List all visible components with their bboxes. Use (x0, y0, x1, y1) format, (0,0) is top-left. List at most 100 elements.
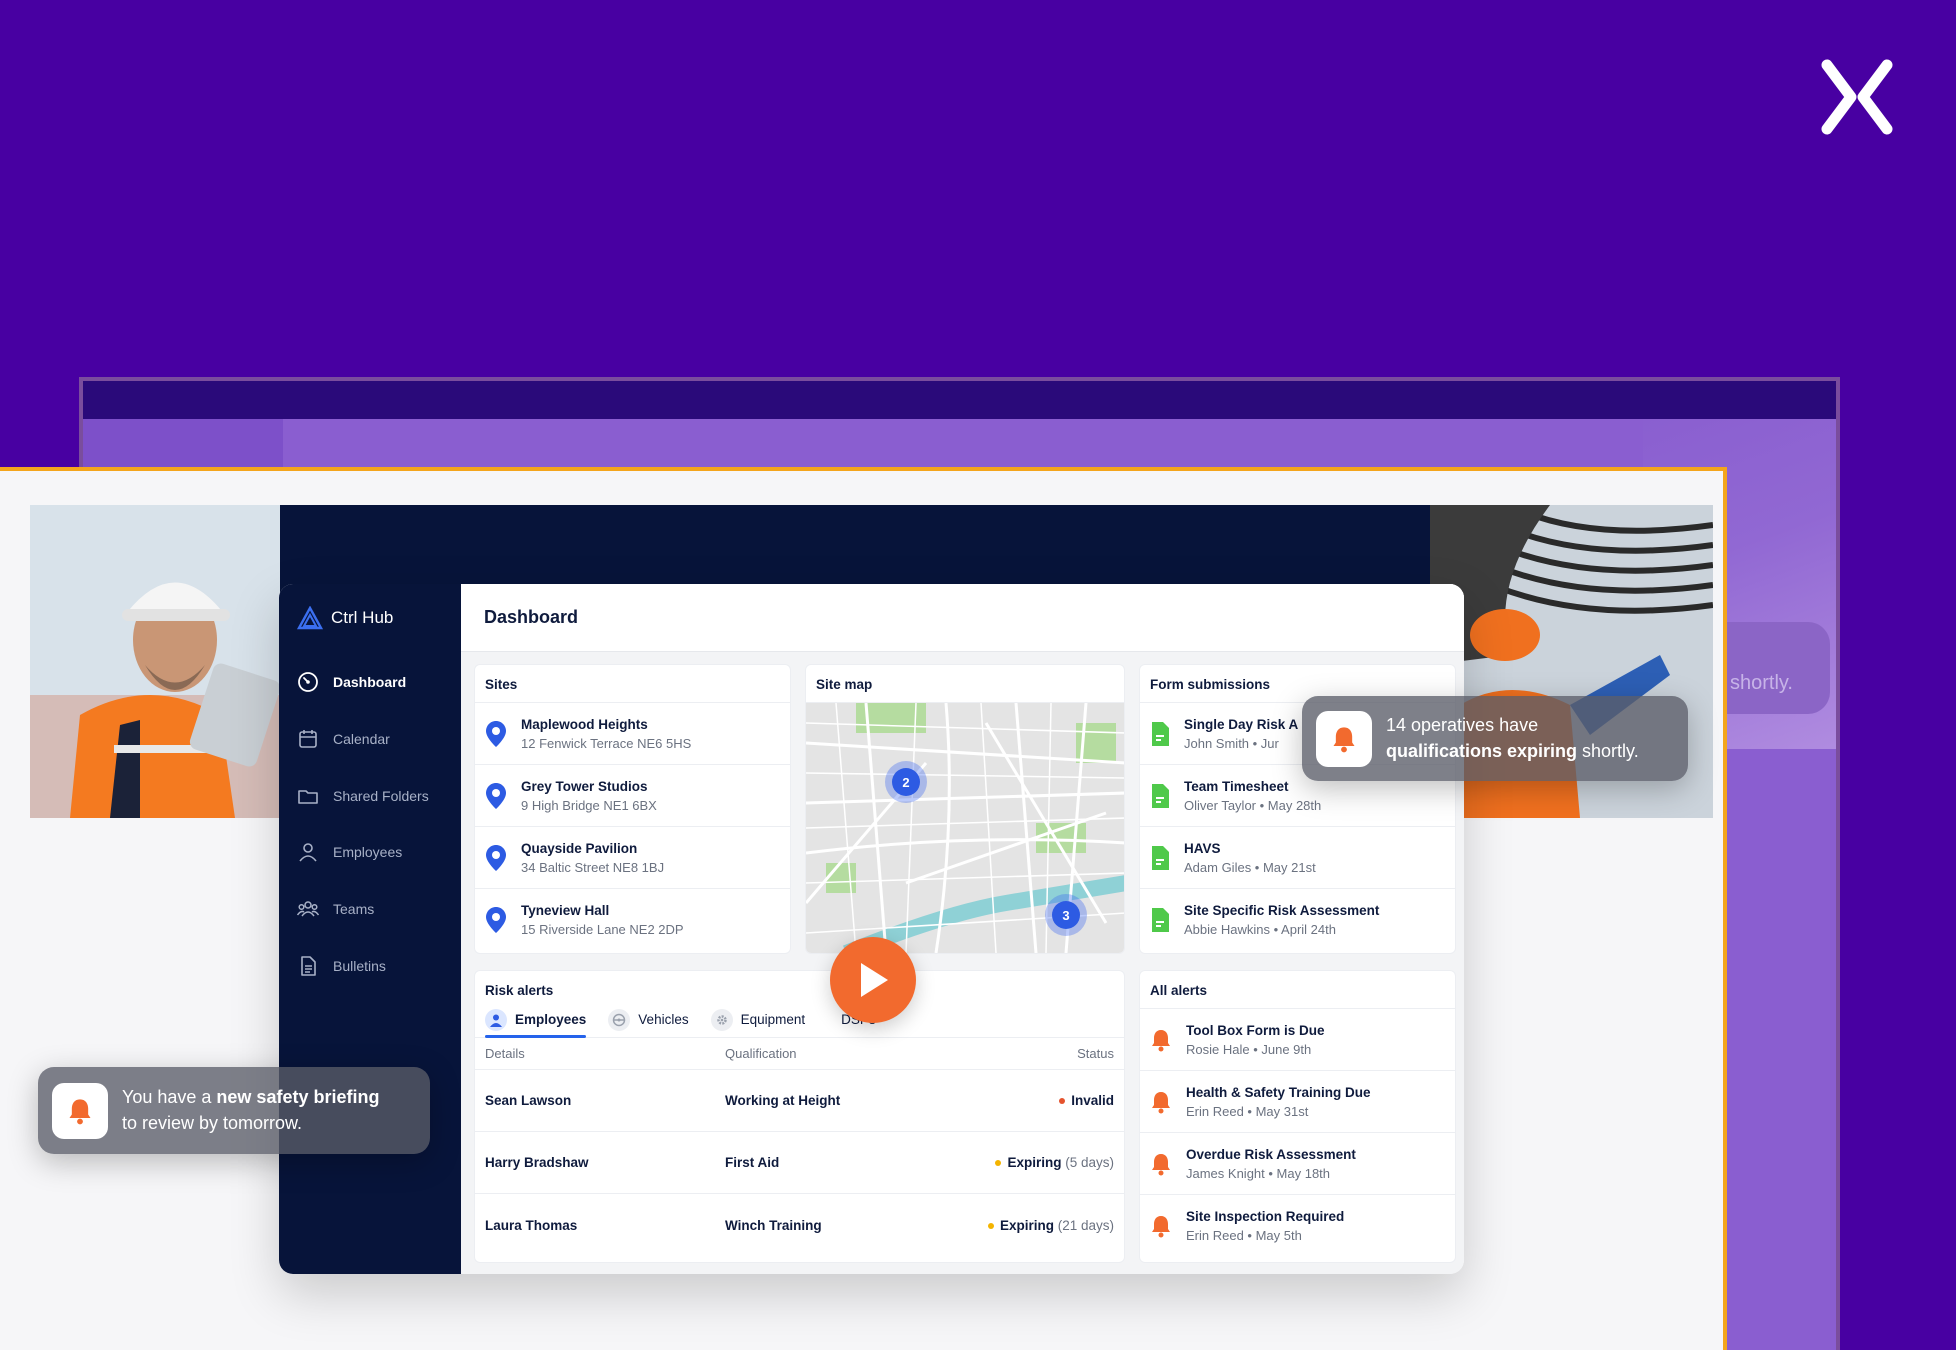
toast-bold: qualifications expiring (1386, 740, 1578, 761)
map-cluster[interactable]: 3 (1045, 894, 1087, 936)
alert-meta: Erin Reed • May 5th (1186, 1228, 1302, 1243)
qualifications-toast[interactable]: 14 operatives have qualifications expiri… (1302, 696, 1688, 781)
form-document-icon (1152, 908, 1169, 932)
sidebar-item-label: Dashboard (333, 674, 407, 690)
sidebar-item-calendar[interactable]: Calendar (297, 724, 457, 754)
app-name: Ctrl Hub (331, 608, 394, 627)
form-document-icon (1152, 845, 1169, 870)
toast-bell-box (52, 1082, 108, 1139)
gauge-icon (298, 672, 318, 692)
tab-vehicles[interactable]: Vehicles (608, 1002, 689, 1038)
alert-name: Site Inspection Required (1186, 1209, 1345, 1224)
status-label: Expiring (999, 1217, 1054, 1233)
logo-icon (297, 606, 323, 630)
sidebar-item-teams[interactable]: Teams (297, 894, 457, 924)
map-pin-icon (486, 720, 506, 747)
alert-row[interactable]: Tool Box Form is Due Rosie Hale • June 9t… (1140, 1009, 1455, 1071)
tab-employees[interactable]: Employees (485, 1002, 587, 1038)
tab-label: Vehicles (638, 1012, 689, 1027)
table-row[interactable]: Sean Lawson Working at Height Invalid (475, 1070, 1124, 1132)
table-header: Details Qualification Status (475, 1038, 1124, 1070)
status-days: (21 days) (1057, 1217, 1114, 1233)
play-video-button[interactable] (830, 937, 916, 1023)
qualification: Winch Training (725, 1217, 822, 1233)
alert-row[interactable]: Health & Safety Training Due Erin Reed • … (1140, 1071, 1455, 1133)
form-row[interactable]: Site Specific Risk Assessment Abbie Hawki… (1140, 889, 1455, 951)
status-days: (5 days) (1065, 1155, 1114, 1170)
group-icon (297, 901, 319, 917)
folder-icon (298, 790, 318, 804)
tab-equipment[interactable]: Equipment (710, 1002, 806, 1038)
site-name: Grey Tower Studios (521, 778, 648, 794)
status-cell: Expiring (21 days) (975, 1218, 1114, 1233)
person-icon (485, 1008, 507, 1031)
site-address: 15 Riverside Lane NE2 2DP (521, 922, 684, 937)
alert-name: Overdue Risk Assessment (1186, 1146, 1356, 1162)
status-label: Expiring (1007, 1155, 1062, 1170)
form-document-icon (1152, 721, 1169, 746)
cluster-count: 3 (1052, 901, 1080, 929)
site-name: Quayside Pavilion (521, 840, 638, 856)
cluster-count: 2 (892, 768, 920, 796)
form-meta: John Smith • Jur (1184, 735, 1279, 751)
form-document-icon (1152, 783, 1169, 808)
alert-row[interactable]: Site Inspection Required Erin Reed • May … (1140, 1195, 1455, 1257)
status-dot (987, 1222, 994, 1229)
app-logo[interactable]: Ctrl Hub (297, 606, 393, 630)
alert-name: Health & Safety Training Due (1186, 1084, 1371, 1100)
toast-bell-box (1316, 710, 1372, 767)
top-bar: Dashboard (461, 584, 1464, 652)
site-address: 34 Baltic Street NE8 1BJ (521, 859, 665, 875)
site-map-card: Site map 2 3 (805, 664, 1125, 954)
sidebar-item-employees[interactable]: Employees (297, 837, 457, 867)
toast-message: 14 operatives have qualifications expiri… (1386, 713, 1639, 763)
qualification: Working at Height (725, 1093, 841, 1108)
form-row[interactable]: HAVS Adam Giles • May 21st (1140, 827, 1455, 889)
site-address: 12 Fenwick Terrace NE6 5HS (521, 735, 692, 751)
alert-meta: James Knight • May 18th (1186, 1165, 1331, 1181)
card-title: Site map (806, 665, 1124, 703)
close-icon[interactable] (1817, 57, 1897, 137)
table-row[interactable]: Laura Thomas Winch Training Expiring (21… (475, 1194, 1124, 1256)
sidebar-item-label: Shared Folders (333, 788, 429, 804)
map-pin-icon (486, 782, 506, 809)
column-header: Qualification (725, 1046, 797, 1061)
map-pin-icon (486, 907, 506, 933)
site-row[interactable]: Tyneview Hall 15 Riverside Lane NE2 2DP (475, 889, 790, 951)
sidebar-item-label: Bulletins (333, 958, 386, 974)
table-row[interactable]: Harry Bradshaw First Aid Expiring (5 day… (475, 1132, 1124, 1194)
sites-card: Sites Maplewood Heights 12 Fenwick Terrac… (474, 664, 791, 954)
card-title: Sites (475, 665, 790, 703)
worker-photo (30, 505, 280, 818)
risk-alerts-card: Risk alerts Employees Vehicles Equipment… (474, 970, 1125, 1263)
safety-briefing-toast[interactable]: You have a new safety briefing to review… (38, 1067, 430, 1154)
site-row[interactable]: Quayside Pavilion 34 Baltic Street NE8 1B… (475, 827, 790, 889)
alert-meta: Rosie Hale • June 9th (1186, 1041, 1312, 1057)
sidebar-item-shared-folders[interactable]: Shared Folders (297, 781, 457, 811)
bell-icon (69, 1098, 91, 1124)
map-cluster[interactable]: 2 (885, 761, 927, 803)
bell-icon (1152, 1216, 1170, 1238)
column-header: Status (1077, 1046, 1114, 1061)
employee-name: Harry Bradshaw (485, 1155, 589, 1170)
sidebar-item-label: Employees (333, 844, 403, 860)
bell-icon (1333, 726, 1355, 752)
site-row[interactable]: Grey Tower Studios 9 High Bridge NE1 6BX (475, 765, 790, 827)
sidebar-item-dashboard[interactable]: Dashboard (297, 667, 457, 697)
qualification: First Aid (725, 1155, 780, 1170)
site-name: Tyneview Hall (521, 903, 610, 918)
sidebar-item-label: Calendar (333, 731, 390, 747)
alert-name: Tool Box Form is Due (1186, 1022, 1325, 1038)
background-band (83, 381, 1836, 419)
sidebar-item-bulletins[interactable]: Bulletins (297, 951, 457, 981)
card-title: All alerts (1140, 971, 1455, 1009)
app-window: Ctrl Hub Dashboard Calendar Shared Folde… (279, 584, 1464, 1274)
bell-icon (1152, 1153, 1170, 1175)
all-alerts-card: All alerts Tool Box Form is Due Rosie Hal… (1139, 970, 1456, 1263)
status-label: Invalid (1071, 1093, 1114, 1108)
map-view[interactable]: 2 3 (806, 703, 1124, 953)
alert-row[interactable]: Overdue Risk Assessment James Knight • Ma… (1140, 1133, 1455, 1195)
site-row[interactable]: Maplewood Heights 12 Fenwick Terrace NE6 … (475, 703, 790, 765)
tab-label: Equipment (740, 1012, 806, 1027)
map-pin-icon (486, 844, 506, 871)
